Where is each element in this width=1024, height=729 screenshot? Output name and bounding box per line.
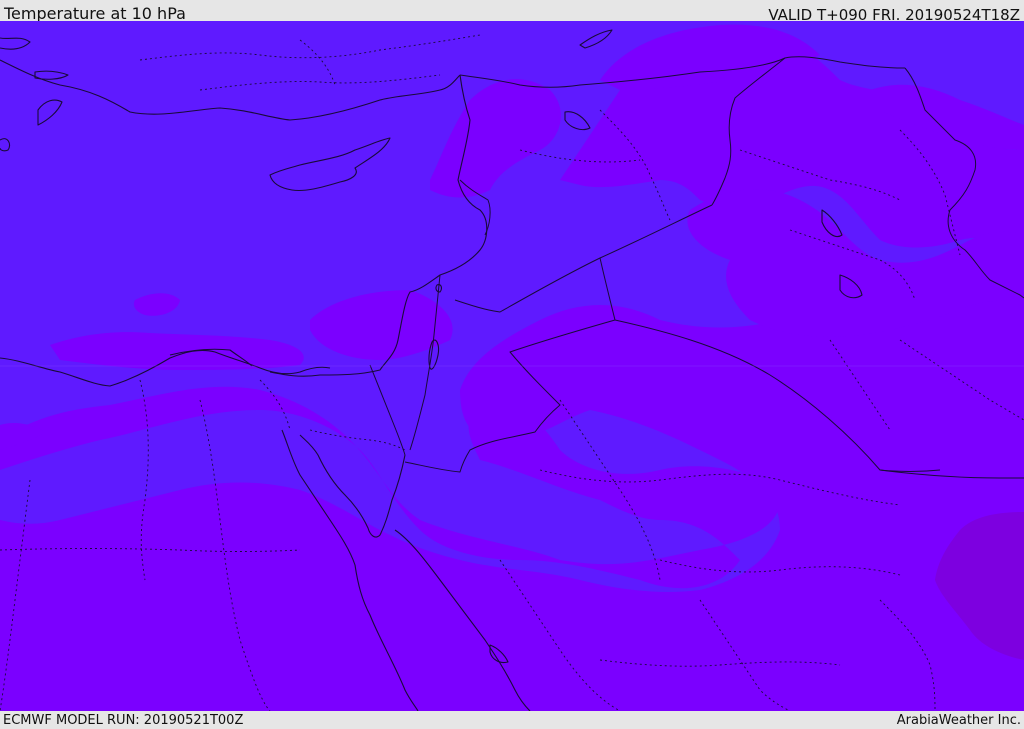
- temperature-map: [0, 21, 1024, 711]
- credit-label: ArabiaWeather Inc.: [896, 713, 1021, 728]
- header-bar: Temperature at 10 hPa VALID T+090 FRI. 2…: [0, 0, 1024, 24]
- model-run-label: ECMWF MODEL RUN: 20190521T00Z: [3, 713, 244, 728]
- map-figure: Temperature at 10 hPa VALID T+090 FRI. 2…: [0, 0, 1024, 729]
